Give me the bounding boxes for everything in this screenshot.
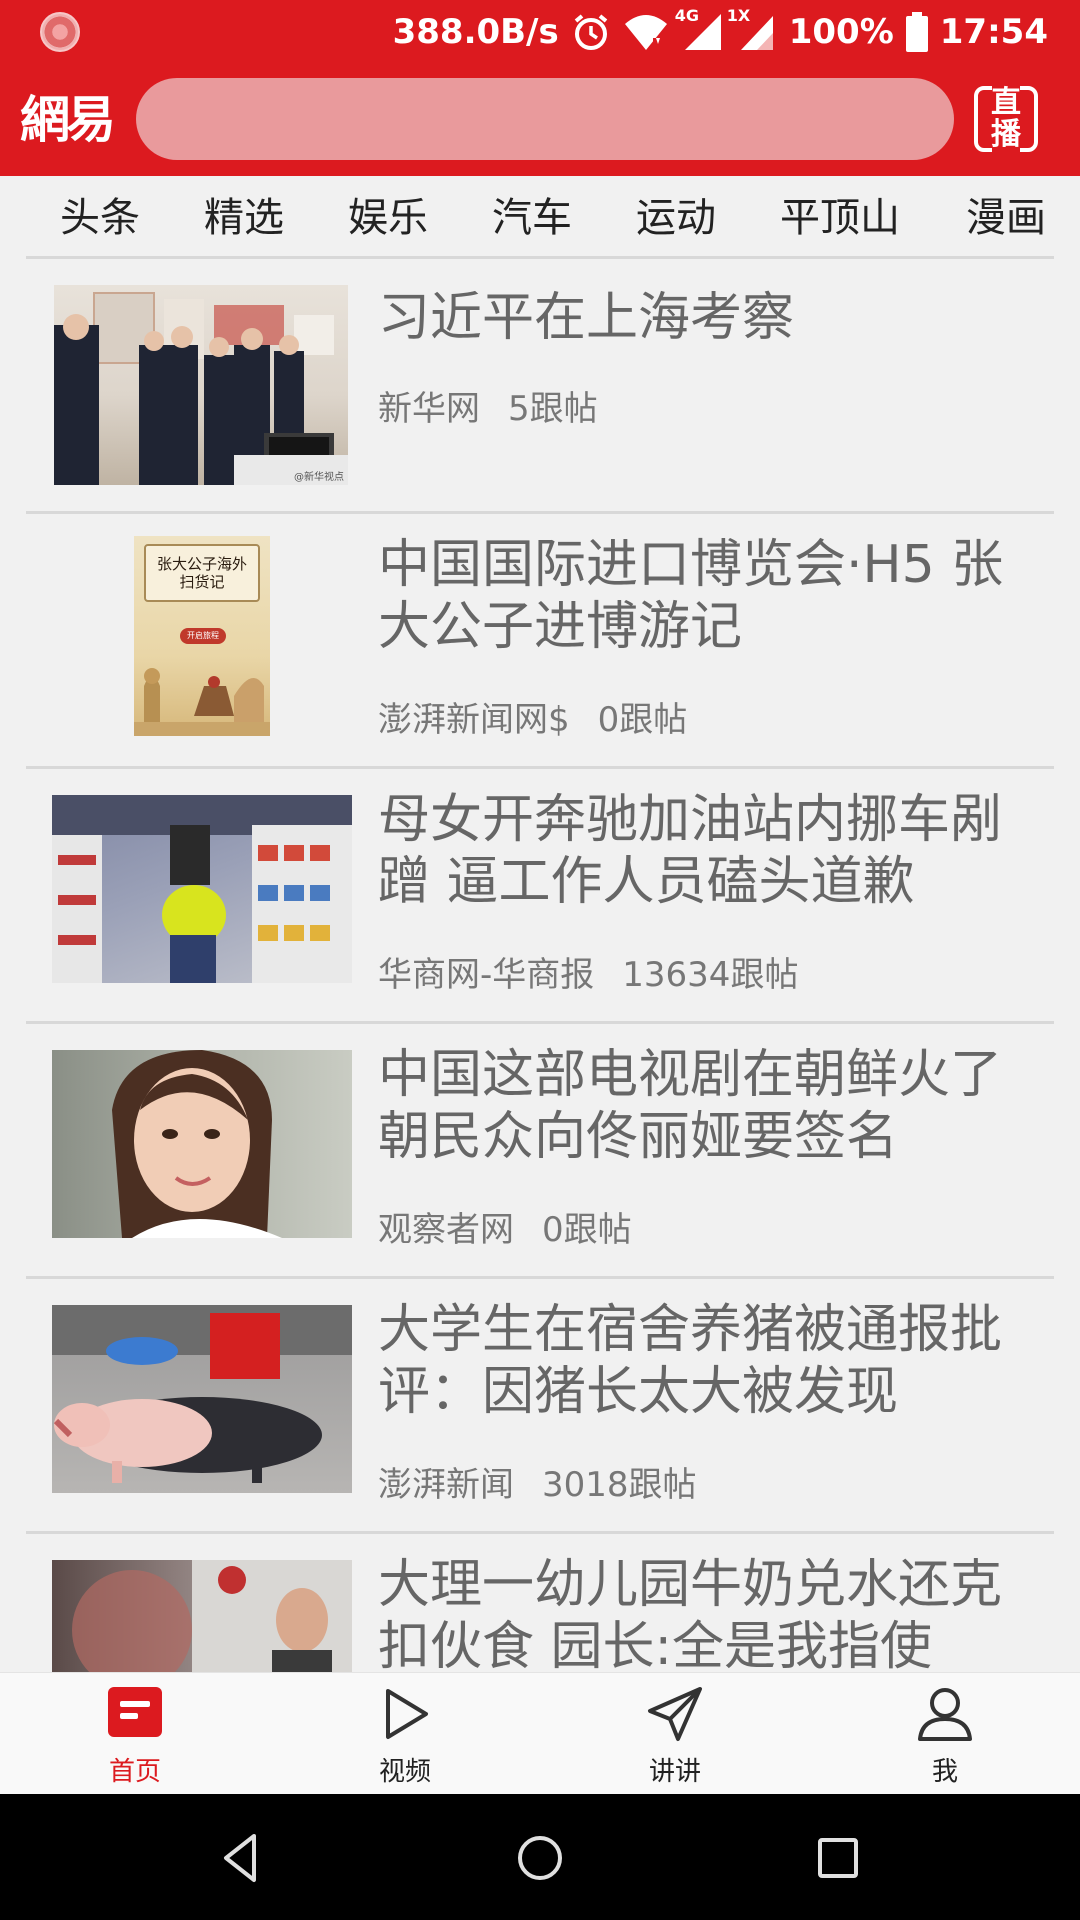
news-item[interactable]: 中国这部电视剧在朝鲜火了 朝民众向佟丽娅要签名 观察者网 0跟帖 bbox=[0, 1024, 1080, 1279]
news-meta: 华商网-华商报 13634跟帖 bbox=[378, 947, 798, 996]
news-thumbnail: @新华视点 bbox=[54, 285, 348, 485]
news-title: 中国这部电视剧在朝鲜火了 朝民众向佟丽娅要签名 bbox=[378, 1045, 1003, 1167]
tab-selected[interactable]: 精选 bbox=[204, 192, 284, 244]
system-navigation-bar bbox=[0, 1794, 1080, 1920]
news-comments: 0跟帖 bbox=[542, 1210, 632, 1250]
news-item[interactable]: 张大公子海外扫货记 开启旅程 中国国际进口博览会·H5 张大公子进博游记 澎湃新… bbox=[0, 514, 1080, 769]
thumbnail-watermark: @新华视点 bbox=[294, 472, 344, 483]
signal-1x-icon: 1X bbox=[727, 6, 777, 52]
home-news-icon bbox=[108, 1687, 162, 1737]
news-source: 澎湃新闻网$ bbox=[378, 700, 570, 740]
news-item[interactable]: @新华视点 习近平在上海考察 新华网 5跟帖 bbox=[0, 259, 1080, 514]
news-source: 华商网-华商报 bbox=[378, 955, 595, 995]
news-source: 新华网 bbox=[378, 389, 480, 429]
paper-plane-icon bbox=[648, 1687, 702, 1741]
news-comments: 13634跟帖 bbox=[622, 955, 799, 995]
netease-logo: 網易 bbox=[20, 90, 116, 149]
news-thumbnail bbox=[52, 795, 352, 983]
news-comments: 3018跟帖 bbox=[542, 1465, 697, 1505]
news-meta: 新华网 5跟帖 bbox=[378, 381, 598, 430]
nav-video-label: 视频 bbox=[378, 1757, 431, 1787]
app-header: 網易 直播 bbox=[0, 64, 1080, 176]
nav-home[interactable]: 首页 bbox=[65, 1683, 205, 1793]
battery-percent: 100% bbox=[788, 12, 894, 52]
news-title: 母女开奔驰加油站内挪车剐蹭 逼工作人员磕头道歉 bbox=[378, 790, 1003, 912]
recents-icon[interactable] bbox=[810, 1830, 866, 1886]
news-thumbnail: 张大公子海外扫货记 开启旅程 bbox=[134, 536, 270, 736]
nav-me[interactable]: 我 bbox=[875, 1683, 1015, 1793]
notification-app-icon bbox=[40, 12, 80, 52]
tab-auto[interactable]: 汽车 bbox=[492, 192, 572, 244]
news-thumbnail bbox=[52, 1305, 352, 1493]
news-item[interactable]: 大学生在宿舍养猪被通报批评：因猪长太大被发现 澎湃新闻 3018跟帖 bbox=[0, 1279, 1080, 1534]
tab-sports[interactable]: 运动 bbox=[636, 192, 716, 244]
tab-entertainment[interactable]: 娱乐 bbox=[348, 192, 428, 244]
nav-talk[interactable]: 讲讲 bbox=[605, 1683, 745, 1793]
tab-headline[interactable]: 头条 bbox=[60, 192, 140, 244]
live-label: 直播 bbox=[991, 85, 1021, 152]
tab-comics[interactable]: 漫画 bbox=[966, 192, 1046, 244]
tab-pingdingshan[interactable]: 平顶山 bbox=[780, 192, 900, 244]
search-input[interactable] bbox=[136, 78, 954, 160]
signal-4g-icon: 4G bbox=[675, 6, 725, 52]
news-thumbnail bbox=[52, 1560, 352, 1672]
news-comments: 5跟帖 bbox=[508, 389, 598, 429]
news-title: 大理一幼儿园牛奶兑水还克扣伙食 园长:全是我指使 bbox=[378, 1555, 1003, 1672]
news-meta: 澎湃新闻网$ 0跟帖 bbox=[378, 692, 687, 741]
live-button[interactable]: 直播 bbox=[974, 85, 1038, 153]
nav-video[interactable]: 视频 bbox=[335, 1683, 475, 1793]
news-thumbnail bbox=[52, 1050, 352, 1238]
user-icon bbox=[918, 1688, 972, 1741]
bottom-navigation: 首页 视频 讲讲 我 bbox=[0, 1672, 1080, 1794]
nav-talk-label: 讲讲 bbox=[648, 1757, 701, 1787]
news-item[interactable]: 母女开奔驰加油站内挪车剐蹭 逼工作人员磕头道歉 华商网-华商报 13634跟帖 bbox=[0, 769, 1080, 1024]
alarm-icon bbox=[574, 14, 607, 50]
news-title: 中国国际进口博览会·H5 张大公子进博游记 bbox=[378, 535, 1004, 657]
nav-home-label: 首页 bbox=[108, 1757, 161, 1787]
news-item[interactable]: 大理一幼儿园牛奶兑水还克扣伙食 园长:全是我指使 bbox=[0, 1534, 1080, 1672]
play-icon bbox=[386, 1689, 428, 1739]
news-source: 观察者网 bbox=[378, 1210, 514, 1250]
news-source: 澎湃新闻 bbox=[378, 1465, 514, 1505]
news-title: 大学生在宿舍养猪被通报批评：因猪长太大被发现 bbox=[378, 1300, 1003, 1422]
status-bar: 388.0B/s 4G 1X 100% 17:54 bbox=[0, 0, 1080, 64]
news-meta: 澎湃新闻 3018跟帖 bbox=[378, 1457, 697, 1506]
home-circle-icon[interactable] bbox=[512, 1830, 568, 1886]
wifi-icon bbox=[624, 15, 667, 50]
battery-icon bbox=[905, 12, 928, 52]
back-icon[interactable] bbox=[214, 1830, 270, 1886]
clock: 17:54 bbox=[939, 12, 1048, 52]
news-title: 习近平在上海考察 bbox=[378, 288, 795, 348]
network-speed: 388.0B/s bbox=[392, 12, 559, 52]
channel-tabs: 头条 精选 娱乐 汽车 运动 平顶山 漫画 bbox=[0, 176, 1080, 260]
news-comments: 0跟帖 bbox=[597, 700, 688, 740]
nav-me-label: 我 bbox=[931, 1757, 958, 1787]
news-meta: 观察者网 0跟帖 bbox=[378, 1202, 632, 1251]
